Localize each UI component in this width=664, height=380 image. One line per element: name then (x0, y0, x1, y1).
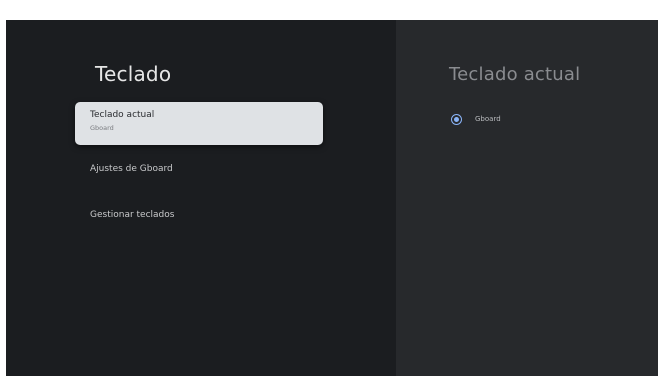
page-title: Teclado (95, 62, 172, 86)
menu-item-title: Ajustes de Gboard (90, 164, 173, 174)
keyboard-option-gboard[interactable]: Gboard (451, 112, 501, 126)
keyboard-option-label: Gboard (475, 115, 501, 123)
menu-item-gestionar-teclados[interactable]: Gestionar teclados (75, 202, 323, 245)
menu-item-ajustes-gboard[interactable]: Ajustes de Gboard (75, 156, 323, 199)
menu-item-title: Teclado actual (90, 110, 155, 120)
menu-item-subtitle: Gboard (90, 124, 114, 132)
tv-settings-screen: Teclado Teclado actual Gboard Ajustes de… (6, 20, 658, 376)
detail-pane: Teclado actual Gboard (396, 20, 658, 376)
detail-title: Teclado actual (449, 64, 581, 85)
radio-selected-icon[interactable] (451, 113, 462, 125)
menu-item-teclado-actual[interactable]: Teclado actual Gboard (75, 102, 323, 145)
settings-menu-pane: Teclado Teclado actual Gboard Ajustes de… (6, 20, 396, 376)
menu-item-title: Gestionar teclados (90, 210, 175, 220)
radio-dot (454, 116, 459, 122)
